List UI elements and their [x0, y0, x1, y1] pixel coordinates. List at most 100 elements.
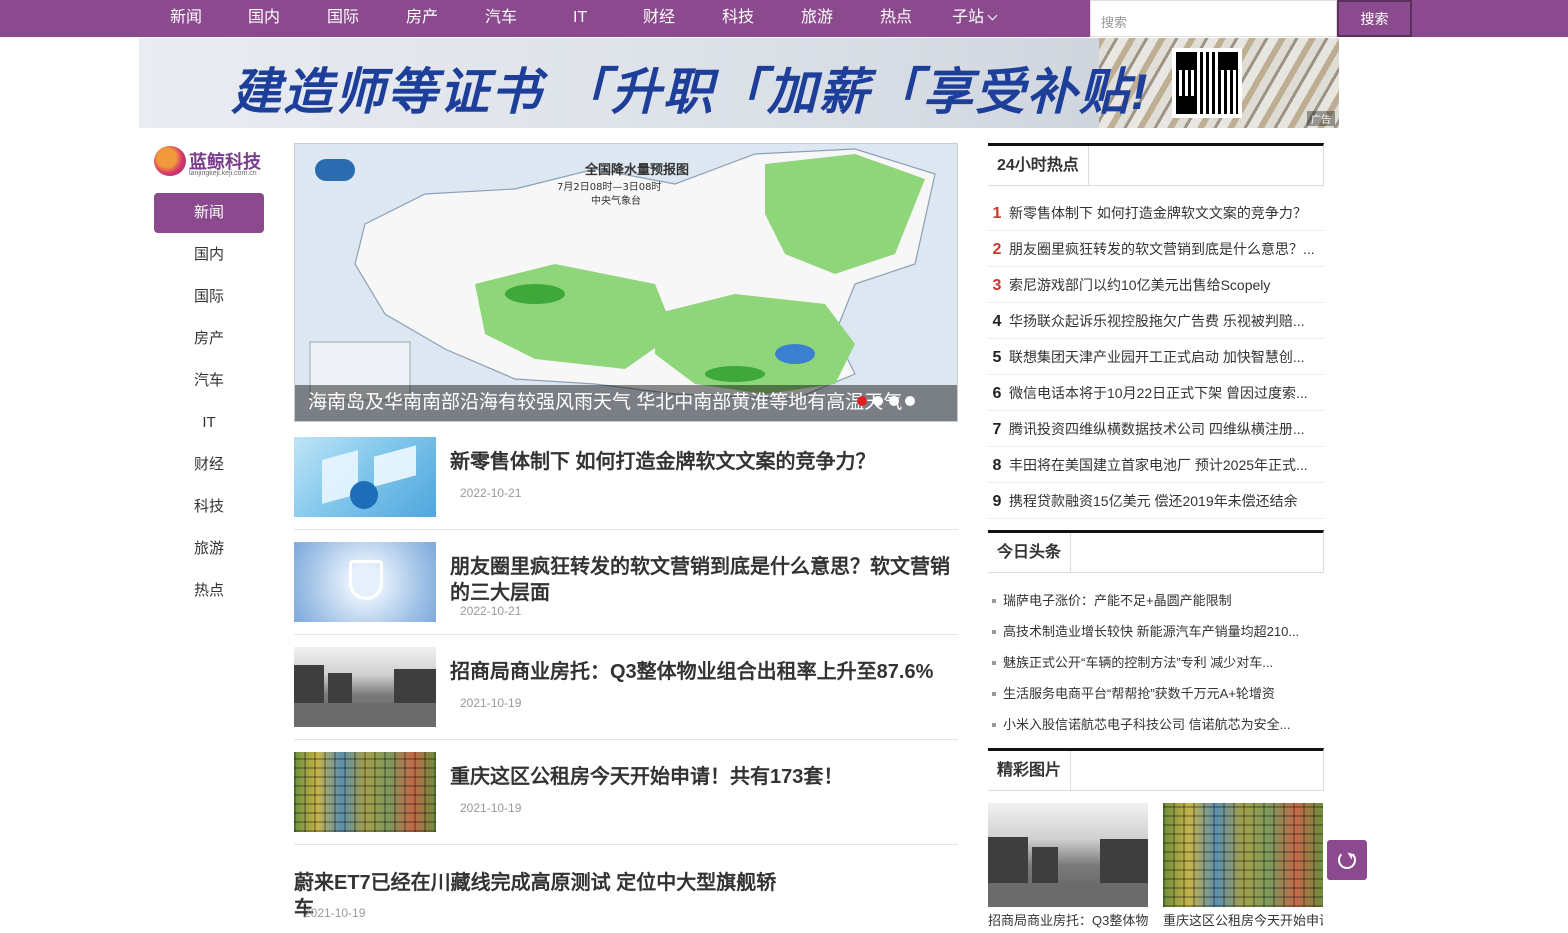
article-thumbnail[interactable]	[294, 437, 436, 517]
article-item[interactable]: 朋友圈里疯狂转发的软文营销到底是什么意思？软文营销的三大层面 2022-10-2…	[294, 542, 958, 635]
rank-number: 2	[992, 241, 1002, 258]
sidebar-item-tech[interactable]: 科技	[154, 487, 264, 527]
sidebar-item-domestic[interactable]: 国内	[154, 235, 264, 275]
article-title[interactable]: 蔚来ET7已经在川藏线完成高原测试 定位中大型旗舰轿车	[294, 870, 794, 922]
rank-number: 5	[992, 349, 1002, 366]
nav-item-travel[interactable]: 旅游	[801, 0, 833, 37]
article-item[interactable]: 新零售体制下 如何打造金牌软文文案的竞争力？ 2022-10-21	[294, 437, 958, 530]
hot-item-text[interactable]: 新零售体制下 如何打造金牌软文文案的竞争力？	[1009, 205, 1307, 221]
logo-domain: lanjingkeji.keji.com.cn	[189, 170, 257, 177]
picture-card[interactable]: 重庆这区公租房今天开始申请！共有173套！	[1163, 803, 1323, 931]
divider	[294, 529, 958, 530]
featured-pictures-title: 精彩图片	[988, 751, 1072, 790]
slider-dot[interactable]	[905, 396, 915, 406]
article-thumbnail[interactable]	[294, 647, 436, 727]
hot-item-text[interactable]: 华扬联众起诉乐视控股拖欠广告费 乐视被判赔...	[1009, 313, 1305, 329]
picture-caption[interactable]: 重庆这区公租房今天开始申请！共有173套！	[1163, 911, 1323, 931]
today-list-item[interactable]: 瑞萨电子涨价：产能不足+晶圆产能限制	[988, 585, 1324, 616]
featured-pictures-header: 精彩图片	[988, 748, 1324, 791]
today-headlines-header: 今日头条	[988, 530, 1324, 573]
sidebar-item-international[interactable]: 国际	[154, 277, 264, 317]
sidebar-item-finance[interactable]: 财经	[154, 445, 264, 485]
nav-substation-label: 子站	[952, 9, 985, 26]
article-date: 2021-10-19	[460, 696, 522, 710]
rank-number: 7	[992, 421, 1002, 438]
article-title[interactable]: 朋友圈里疯狂转发的软文营销到底是什么意思？软文营销的三大层面	[450, 554, 950, 606]
hot-24h-list: 1 新零售体制下 如何打造金牌软文文案的竞争力？ 2 朋友圈里疯狂转发的软文营销到底…	[988, 195, 1324, 519]
ad-banner[interactable]: 建造师等证书 「升职「加薪「享受补贴! 广告	[139, 38, 1339, 128]
nav-item-finance[interactable]: 财经	[643, 0, 675, 37]
hot-list-item[interactable]: 2 朋友圈里疯狂转发的软文营销到底是什么意思？...	[988, 231, 1324, 267]
divider	[294, 844, 958, 845]
hot-item-text[interactable]: 携程贷款融资15亿美元 偿还2019年未偿还结余	[1009, 493, 1298, 509]
sidebar-item-it[interactable]: IT	[154, 403, 264, 443]
nav-item-hot[interactable]: 热点	[880, 0, 912, 37]
nav-item-tech[interactable]: 科技	[722, 0, 754, 37]
hot-item-text[interactable]: 丰田将在美国建立首家电池厂 预计2025年正式...	[1009, 457, 1308, 473]
divider	[294, 634, 958, 635]
hot-item-text[interactable]: 联想集团天津产业园开工正式启动 加快智慧创...	[1009, 349, 1305, 365]
nav-item-international[interactable]: 国际	[327, 0, 359, 37]
nav-item-it[interactable]: IT	[573, 0, 587, 37]
site-logo[interactable]: 蓝鲸科技 lanjingkeji.keji.com.cn	[154, 142, 268, 182]
refresh-icon[interactable]	[1327, 840, 1367, 880]
rank-number: 4	[992, 313, 1002, 330]
nav-item-news[interactable]: 新闻	[170, 0, 202, 37]
hot-list-item[interactable]: 8 丰田将在美国建立首家电池厂 预计2025年正式...	[988, 447, 1324, 483]
today-list-item[interactable]: 魅族正式公开“车辆的控制方法”专利 减少对车...	[988, 647, 1324, 678]
slider-dot[interactable]	[873, 396, 883, 406]
article-item[interactable]: 重庆这区公租房今天开始申请！共有173套！ 2021-10-19	[294, 752, 958, 845]
article-title[interactable]: 重庆这区公租房今天开始申请！共有173套！	[450, 764, 950, 790]
hot-list-item[interactable]: 4 华扬联众起诉乐视控股拖欠广告费 乐视被判赔...	[988, 303, 1324, 339]
search-button[interactable]: 搜索	[1337, 0, 1412, 37]
article-title[interactable]: 新零售体制下 如何打造金牌软文文案的竞争力？	[450, 449, 950, 475]
divider	[294, 739, 958, 740]
slider-dot-active[interactable]	[857, 396, 867, 406]
rank-number: 3	[992, 277, 1002, 294]
hot-list-item[interactable]: 6 微信电话本将于10月22日正式下架 曾因过度索...	[988, 375, 1324, 411]
side-navigation: 新闻 国内 国际 房产 汽车 IT 财经 科技 旅游 热点	[154, 193, 264, 613]
sidebar-item-realestate[interactable]: 房产	[154, 319, 264, 359]
hot-item-text[interactable]: 索尼游戏部门以约10亿美元出售给Scopely	[1009, 277, 1270, 293]
article-item[interactable]: 招商局商业房托：Q3整体物业组合出租率上升至87.6% 2021-10-19	[294, 647, 958, 740]
picture-thumbnail[interactable]	[988, 803, 1148, 907]
today-list-item[interactable]: 小米入股信诺航芯电子科技公司 信诺航芯为安全...	[988, 709, 1324, 740]
slider-dot[interactable]	[889, 396, 899, 406]
sidebar-item-auto[interactable]: 汽车	[154, 361, 264, 401]
hot-24h-header: 24小时热点	[988, 143, 1324, 186]
hot-item-text[interactable]: 腾讯投资四维纵横数据技术公司 四维纵横注册...	[1009, 421, 1305, 437]
hot-item-text[interactable]: 朋友圈里疯狂转发的软文营销到底是什么意思？...	[1009, 241, 1315, 257]
hot-list-item[interactable]: 9 携程贷款融资15亿美元 偿还2019年未偿还结余	[988, 483, 1324, 519]
nav-item-substation[interactable]: 子站	[952, 0, 998, 37]
hot-list-item[interactable]: 1 新零售体制下 如何打造金牌软文文案的竞争力？	[988, 195, 1324, 231]
nav-item-realestate[interactable]: 房产	[406, 0, 438, 37]
whale-logo-icon	[154, 146, 186, 176]
sidebar-item-hot[interactable]: 热点	[154, 571, 264, 611]
rank-number: 9	[992, 493, 1002, 510]
ad-label: 广告	[1307, 111, 1335, 126]
article-item[interactable]: 蔚来ET7已经在川藏线完成高原测试 定位中大型旗舰轿车 2021-10-19	[294, 858, 958, 928]
sidebar-item-travel[interactable]: 旅游	[154, 529, 264, 569]
today-list-item[interactable]: 生活服务电商平台“帮帮抢”获数千万元A+轮增资	[988, 678, 1324, 709]
slider-pagination	[857, 393, 921, 411]
article-title[interactable]: 招商局商业房托：Q3整体物业组合出租率上升至87.6%	[450, 659, 950, 685]
hot-list-item[interactable]: 3 索尼游戏部门以约10亿美元出售给Scopely	[988, 267, 1324, 303]
article-thumbnail[interactable]	[294, 752, 436, 832]
picture-thumbnail[interactable]	[1163, 803, 1323, 907]
hot-24h-title: 24小时热点	[988, 146, 1089, 185]
map-title: 全国降水量预报图	[584, 162, 689, 178]
sidebar-item-news[interactable]: 新闻	[154, 193, 264, 233]
hot-item-text[interactable]: 微信电话本将于10月22日正式下架 曾因过度索...	[1009, 385, 1308, 401]
picture-caption[interactable]: 招商局商业房托：Q3整体物业组合出租率上升至87.6%	[988, 911, 1148, 931]
featured-slider[interactable]: 全国降水量预报图 7月2日08时—3日08时 中央气象台 海南岛及华南南部沿海有…	[294, 143, 958, 422]
map-subtitle: 7月2日08时—3日08时	[557, 181, 662, 193]
picture-card[interactable]: 招商局商业房托：Q3整体物业组合出租率上升至87.6%	[988, 803, 1148, 931]
hot-list-item[interactable]: 7 腾讯投资四维纵横数据技术公司 四维纵横注册...	[988, 411, 1324, 447]
search-input[interactable]: 搜索	[1090, 0, 1337, 37]
nav-item-auto[interactable]: 汽车	[485, 0, 517, 37]
today-list-item[interactable]: 高技术制造业增长较快 新能源汽车产销量均超210...	[988, 616, 1324, 647]
hot-list-item[interactable]: 5 联想集团天津产业园开工正式启动 加快智慧创...	[988, 339, 1324, 375]
nav-item-domestic[interactable]: 国内	[248, 0, 280, 37]
precipitation-map-image: 全国降水量预报图 7月2日08时—3日08时 中央气象台	[295, 144, 957, 421]
article-thumbnail[interactable]	[294, 542, 436, 622]
